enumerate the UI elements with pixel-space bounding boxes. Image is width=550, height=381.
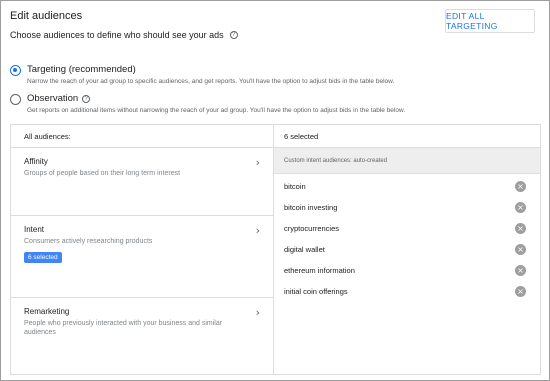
list-item: bitcoin ×: [274, 176, 540, 197]
all-audiences-column: All audiences: Affinity Groups of people…: [11, 125, 274, 374]
targeting-radio[interactable]: [10, 65, 21, 76]
selected-count-header: 6 selected: [274, 125, 540, 148]
edit-all-targeting-button[interactable]: EDIT ALL TARGETING: [445, 9, 535, 33]
list-item: initial coin offerings ×: [274, 281, 540, 302]
observation-radio[interactable]: [10, 94, 21, 105]
remove-icon[interactable]: ×: [515, 181, 526, 192]
category-title: Affinity: [24, 157, 48, 166]
audience-label: bitcoin: [284, 182, 306, 191]
audience-panel: All audiences: Affinity Groups of people…: [10, 124, 541, 375]
subtitle-text: Choose audiences to define who should se…: [10, 30, 224, 40]
all-audiences-header: All audiences:: [11, 125, 273, 148]
targeting-description: Narrow the reach of your ad group to spe…: [27, 78, 395, 85]
chevron-right-icon[interactable]: ›: [256, 156, 260, 169]
audience-label: ethereum information: [284, 266, 355, 275]
targeting-label: Targeting (recommended): [27, 64, 136, 75]
observation-description: Get reports on additional items without …: [27, 107, 406, 114]
category-title: Intent: [24, 225, 45, 234]
chevron-right-icon[interactable]: ›: [256, 306, 260, 319]
category-description: Groups of people based on their long ter…: [24, 170, 181, 177]
audience-label: cryptocurrencies: [284, 224, 340, 233]
audience-label: initial coin offerings: [284, 287, 348, 296]
targeting-option[interactable]: Targeting (recommended) Narrow the reach…: [10, 64, 394, 85]
observation-label-row: Observation ?: [27, 93, 405, 104]
selected-audiences-column: 6 selected Custom intent audiences: auto…: [274, 125, 540, 374]
remove-icon[interactable]: ×: [515, 244, 526, 255]
observation-label: Observation: [27, 93, 79, 104]
observation-help-icon[interactable]: ?: [82, 94, 91, 103]
selected-count-badge: 6 selected: [24, 252, 62, 263]
remove-icon[interactable]: ×: [515, 223, 526, 234]
category-description: Consumers actively researching products: [24, 238, 153, 245]
remove-icon[interactable]: ×: [515, 265, 526, 276]
page-title: Edit audiences: [10, 10, 83, 22]
chevron-right-icon[interactable]: ›: [256, 224, 260, 237]
list-item: bitcoin investing ×: [274, 197, 540, 218]
audience-label: bitcoin investing: [284, 203, 338, 212]
remove-icon[interactable]: ×: [515, 286, 526, 297]
category-intent[interactable]: Intent Consumers actively researching pr…: [11, 216, 273, 298]
category-remarketing[interactable]: Remarketing People who previously intera…: [11, 298, 273, 375]
observation-option[interactable]: Observation ? Get reports on additional …: [10, 93, 405, 114]
custom-intent-group-label: Custom intent audiences: auto-created: [274, 148, 540, 174]
remove-icon[interactable]: ×: [515, 202, 526, 213]
audience-label: digital wallet: [284, 245, 325, 254]
subtitle: Choose audiences to define who should se…: [10, 30, 238, 40]
category-title: Remarketing: [24, 307, 70, 316]
list-item: cryptocurrencies ×: [274, 218, 540, 239]
selected-audience-list: bitcoin × bitcoin investing × cryptocurr…: [274, 174, 540, 302]
help-icon[interactable]: ?: [229, 31, 238, 39]
category-affinity[interactable]: Affinity Groups of people based on their…: [11, 148, 273, 216]
list-item: ethereum information ×: [274, 260, 540, 281]
category-description: People who previously interacted with yo…: [24, 320, 223, 336]
list-item: digital wallet ×: [274, 239, 540, 260]
